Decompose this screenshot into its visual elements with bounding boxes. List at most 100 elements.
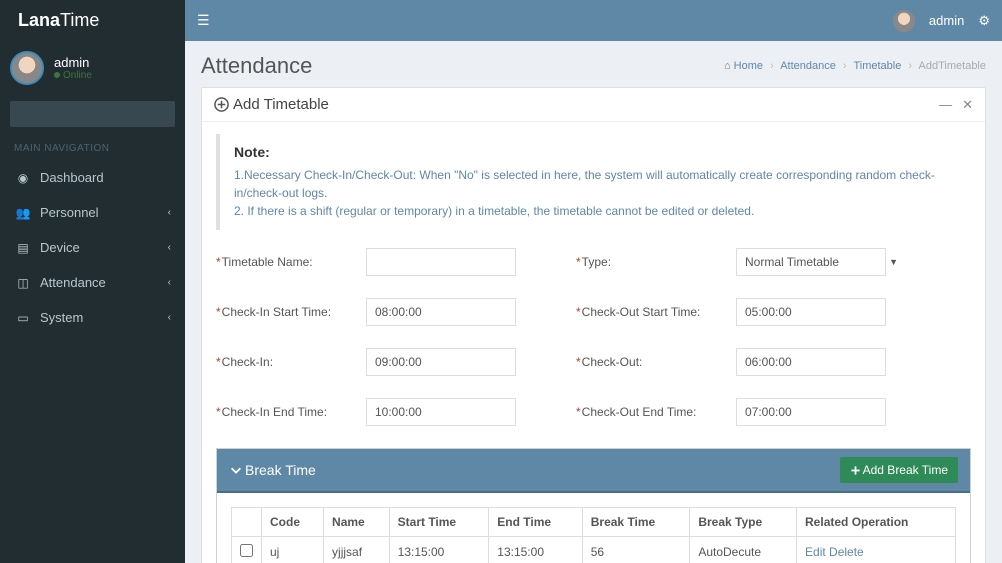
label-checkout-end: Check-Out End Time: <box>576 405 736 419</box>
col-start: Start Time <box>389 508 489 537</box>
panel-header: Add Timetable — ✕ <box>202 88 985 122</box>
col-end: End Time <box>489 508 582 537</box>
sidebar-search[interactable] <box>10 101 175 127</box>
panel-title-wrap: Add Timetable <box>214 96 329 113</box>
nav-header: MAIN NAVIGATION <box>0 133 185 160</box>
users-icon: 👥 <box>14 206 32 220</box>
topbar: ☰ admin ⚙ <box>185 0 1002 41</box>
sidebar-item-personnel[interactable]: 👥 Personnel ‹ <box>0 195 185 230</box>
cell-code: uj <box>262 537 324 563</box>
system-icon: ▭ <box>14 311 32 325</box>
note-box: Note: 1.Necessary Check-In/Check-Out: Wh… <box>216 134 971 230</box>
topbar-username[interactable]: admin <box>929 13 964 28</box>
label-checkin-end: Check-In End Time: <box>216 405 366 419</box>
col-btype: Break Type <box>690 508 797 537</box>
sidebar-item-label: Personnel <box>40 205 99 220</box>
break-panel: Break Time Add Break Time <box>216 448 971 563</box>
cell-btype: AutoDecute <box>690 537 797 563</box>
checkout-end-input[interactable] <box>736 398 886 426</box>
cell-start: 13:15:00 <box>389 537 489 563</box>
type-select[interactable]: Normal Timetable <box>736 248 886 276</box>
break-title: Break Time <box>245 462 316 478</box>
breadcrumb: ⌂ Home › Attendance › Timetable › AddTim… <box>724 60 986 72</box>
home-icon: ⌂ <box>724 60 731 72</box>
cell-name: yjjjsaf <box>324 537 390 563</box>
col-bt: Break Time <box>582 508 690 537</box>
avatar <box>10 51 44 85</box>
panel-body: Note: 1.Necessary Check-In/Check-Out: Wh… <box>202 122 985 563</box>
row-checkbox[interactable] <box>240 544 253 557</box>
chevron-left-icon: ‹ <box>168 242 171 253</box>
status-dot-icon <box>54 72 60 78</box>
sidebar-item-label: Device <box>40 240 80 255</box>
delete-link[interactable]: Delete <box>829 545 864 559</box>
break-body: Code Name Start Time End Time Break Time… <box>217 493 970 563</box>
sidebar-item-label: System <box>40 310 83 325</box>
label-checkin-start: Check-In Start Time: <box>216 305 366 319</box>
sidebar: LanaTime admin Online MAIN NAVIGATION ◉ … <box>0 0 185 563</box>
label-checkin: Check-In: <box>216 355 366 369</box>
label-checkout-start: Check-Out Start Time: <box>576 305 736 319</box>
sidebar-item-attendance[interactable]: ◫ Attendance ‹ <box>0 265 185 300</box>
note-title: Note: <box>234 144 957 160</box>
panel-add-timetable: Add Timetable — ✕ Note: 1.Necessary Chec… <box>201 87 986 563</box>
plus-icon <box>850 465 861 476</box>
note-line-2: 2. If there is a shift (regular or tempo… <box>234 202 957 220</box>
cell-bt: 56 <box>582 537 690 563</box>
brand-suffix: Time <box>60 10 99 31</box>
break-header: Break Time Add Break Time <box>217 449 970 493</box>
crumb-home[interactable]: Home <box>734 60 763 72</box>
timetable-name-input[interactable] <box>366 248 516 276</box>
avatar-icon[interactable] <box>893 10 915 32</box>
col-code: Code <box>262 508 324 537</box>
device-icon: ▤ <box>14 241 32 255</box>
sidebar-item-device[interactable]: ▤ Device ‹ <box>0 230 185 265</box>
page-title: Attendance <box>201 53 312 79</box>
sidebar-username: admin <box>54 55 92 70</box>
chevron-down-icon[interactable] <box>229 463 243 477</box>
checkout-input[interactable] <box>736 348 886 376</box>
brand-logo: LanaTime <box>0 0 185 41</box>
panel-title: Add Timetable <box>233 96 329 113</box>
close-icon[interactable]: ✕ <box>962 97 973 113</box>
content-header: Attendance ⌂ Home › Attendance › Timetab… <box>185 41 1002 87</box>
add-break-time-button[interactable]: Add Break Time <box>840 457 958 483</box>
checkin-start-input[interactable] <box>366 298 516 326</box>
brand-prefix: Lana <box>18 10 60 31</box>
chevron-left-icon: ‹ <box>168 277 171 288</box>
form-grid: Timetable Name: Type: Normal Timetable ▼… <box>216 248 971 426</box>
sidebar-item-label: Attendance <box>40 275 106 290</box>
edit-link[interactable]: Edit <box>805 545 826 559</box>
sidebar-status: Online <box>54 70 92 81</box>
label-checkout: Check-Out: <box>576 355 736 369</box>
note-line-1: 1.Necessary Check-In/Check-Out: When "No… <box>234 166 957 202</box>
sidebar-item-label: Dashboard <box>40 170 104 185</box>
chevron-left-icon: ‹ <box>168 312 171 323</box>
break-table: Code Name Start Time End Time Break Time… <box>231 507 956 563</box>
sidebar-item-dashboard[interactable]: ◉ Dashboard <box>0 160 185 195</box>
col-name: Name <box>324 508 390 537</box>
cell-end: 13:15:00 <box>489 537 582 563</box>
label-timetable-name: Timetable Name: <box>216 255 366 269</box>
crumb-timetable[interactable]: Timetable <box>853 60 901 72</box>
gears-icon[interactable]: ⚙ <box>978 13 990 29</box>
attendance-icon: ◫ <box>14 276 32 290</box>
minimize-icon[interactable]: — <box>939 97 952 113</box>
chevron-left-icon: ‹ <box>168 207 171 218</box>
main: ☰ admin ⚙ Attendance ⌂ Home › Attendance… <box>185 0 1002 563</box>
sidebar-item-system[interactable]: ▭ System ‹ <box>0 300 185 335</box>
checkin-input[interactable] <box>366 348 516 376</box>
plus-circle-icon <box>214 97 229 112</box>
crumb-add: AddTimetable <box>919 60 986 72</box>
label-type: Type: <box>576 255 736 269</box>
table-row: uj yjjjsaf 13:15:00 13:15:00 56 AutoDecu… <box>232 537 956 563</box>
chevron-down-icon: ▼ <box>889 257 898 267</box>
hamburger-icon[interactable]: ☰ <box>197 12 210 29</box>
col-select <box>232 508 262 537</box>
checkout-start-input[interactable] <box>736 298 886 326</box>
crumb-attendance[interactable]: Attendance <box>780 60 836 72</box>
gauge-icon: ◉ <box>14 171 32 185</box>
content: Add Timetable — ✕ Note: 1.Necessary Chec… <box>185 87 1002 563</box>
col-op: Related Operation <box>797 508 956 537</box>
checkin-end-input[interactable] <box>366 398 516 426</box>
